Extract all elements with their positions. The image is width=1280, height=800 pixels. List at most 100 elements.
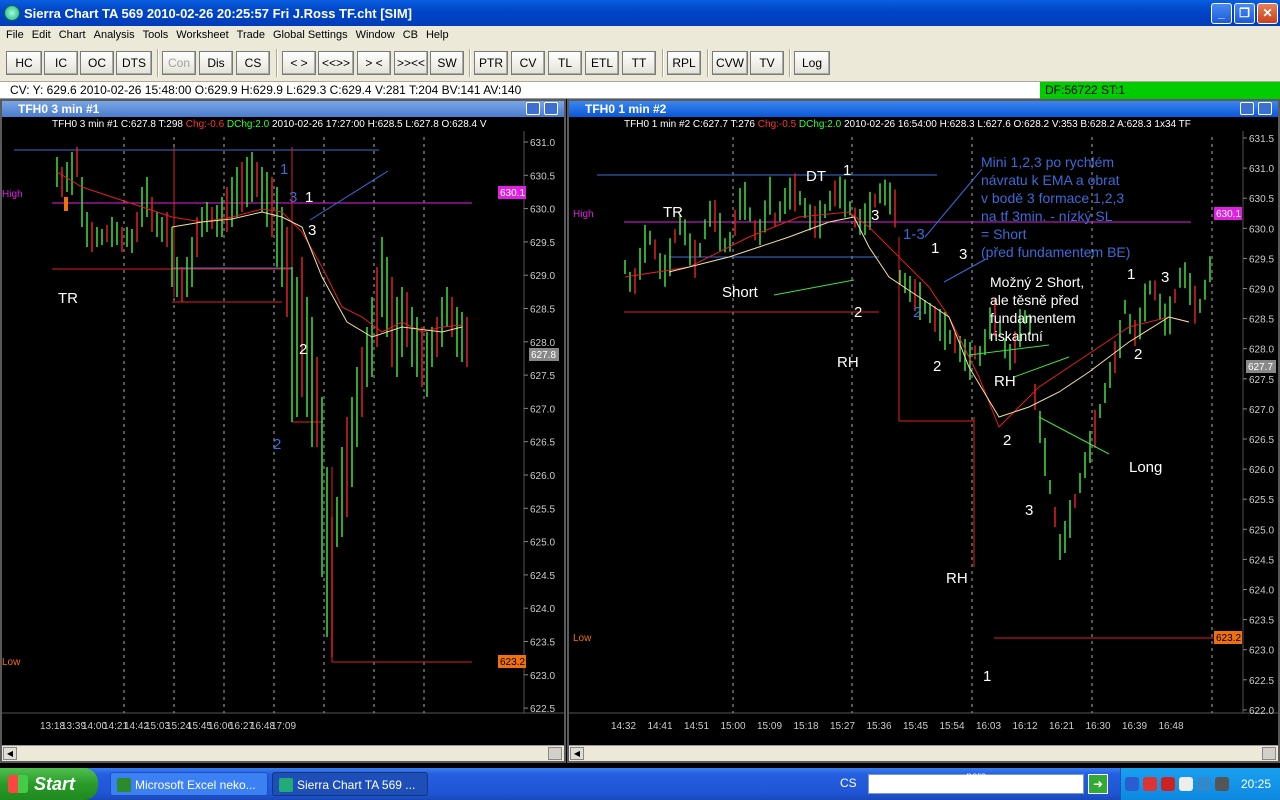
- cs-button[interactable]: CS: [236, 51, 270, 75]
- time-tick-label: 16:48: [1159, 721, 1184, 732]
- maximize-button[interactable]: ❐: [1234, 3, 1255, 24]
- time-tick-label: 16:12: [1013, 721, 1038, 732]
- menu-chart[interactable]: Chart: [57, 29, 92, 41]
- chart-2-minimize-button[interactable]: [1240, 102, 1254, 115]
- note-blue-line: v bodě 3 formace 1,2,3: [981, 190, 1124, 206]
- annotation-rh: RH: [837, 354, 859, 371]
- search-go-button[interactable]: ➜: [1088, 774, 1108, 794]
- time-tick-label: 14:51: [684, 721, 709, 732]
- scroll-left-icon[interactable]: ◀: [3, 747, 17, 760]
- expand-button[interactable]: <<>>: [318, 51, 354, 75]
- oc-button[interactable]: OC: [80, 51, 114, 75]
- tray-volume-icon[interactable]: [1197, 777, 1211, 791]
- scroll-left-icon[interactable]: ◀: [570, 747, 584, 760]
- annotation-point-1: 1: [983, 668, 991, 685]
- high-label: High: [573, 209, 594, 220]
- compress-button[interactable]: > <: [357, 51, 391, 75]
- annotation-point-1: 1: [843, 162, 851, 179]
- cv-button[interactable]: CV: [511, 51, 545, 75]
- chart-1-titlebar[interactable]: TFH0 3 min #1: [2, 101, 564, 117]
- rpl-button[interactable]: RPL: [667, 51, 701, 75]
- taskbar-excel[interactable]: Microsoft Excel neko...: [110, 772, 268, 796]
- menu-trade[interactable]: Trade: [235, 29, 271, 41]
- dis-button[interactable]: Dis: [199, 51, 233, 75]
- menu-worksheet[interactable]: Worksheet: [174, 29, 234, 41]
- language-indicator[interactable]: CS: [840, 776, 857, 790]
- chart-1-maximize-button[interactable]: [544, 102, 558, 115]
- menu-cb[interactable]: CB: [401, 29, 424, 41]
- price-tick-label: 624.0: [1249, 586, 1274, 597]
- tv-button[interactable]: TV: [750, 51, 784, 75]
- sw-button[interactable]: SW: [430, 51, 464, 75]
- menu-help[interactable]: Help: [424, 29, 455, 41]
- chart-2-titlebar[interactable]: TFH0 1 min #2: [569, 101, 1278, 117]
- chart-2-maximize-button[interactable]: [1258, 102, 1272, 115]
- scroll-thumb[interactable]: [548, 747, 562, 760]
- note-blue-line: (před fundamentem BE): [981, 244, 1130, 260]
- chart-1-scrollbar[interactable]: ◀: [2, 745, 564, 761]
- compress-all-button[interactable]: >><<: [394, 51, 428, 75]
- annotation-point-3: 3: [289, 189, 297, 206]
- ptr-button[interactable]: PTR: [474, 51, 508, 75]
- tray-antivirus-icon[interactable]: [1161, 777, 1175, 791]
- annotation-point-2: 2: [273, 436, 281, 453]
- menu-analysis[interactable]: Analysis: [92, 29, 141, 41]
- chart-window-2[interactable]: TFH0 1 min #2 TFH0 1 min #2 C:627.7 T:27…: [567, 99, 1280, 763]
- annotation-short: Short: [722, 284, 759, 301]
- high-label: High: [2, 189, 23, 200]
- window-titlebar[interactable]: Sierra Chart TA 569 2010-02-26 20:25:57 …: [0, 0, 1280, 26]
- tl-button[interactable]: TL: [548, 51, 582, 75]
- price-tick-label: 625.5: [1249, 495, 1274, 506]
- note-white-line: fundamentem: [990, 310, 1076, 326]
- etl-button[interactable]: ETL: [585, 51, 619, 75]
- menu-file[interactable]: File: [4, 29, 30, 41]
- chart-2-scrollbar[interactable]: ◀: [569, 745, 1278, 761]
- ic-button[interactable]: IC: [44, 51, 78, 75]
- close-button[interactable]: ✕: [1257, 3, 1278, 24]
- start-button[interactable]: Start: [0, 768, 98, 800]
- time-tick-label: 15:09: [757, 721, 782, 732]
- tray-app-icon[interactable]: [1215, 777, 1229, 791]
- annotation-arrow: [1013, 356, 1070, 378]
- price-tick-label: 631.5: [1249, 134, 1274, 145]
- price-tick-label: 623.5: [1249, 616, 1274, 627]
- hc-button[interactable]: HC: [6, 51, 42, 75]
- tray-shield-icon[interactable]: [1143, 777, 1157, 791]
- toolbar: HC IC OC DTS Con Dis CS < > <<>> > < >><…: [0, 44, 1280, 82]
- annotation-arrow: [773, 279, 855, 296]
- scroll-thumb[interactable]: [1262, 747, 1276, 760]
- cvw-button[interactable]: CVW: [712, 51, 748, 75]
- minimize-button[interactable]: _: [1211, 3, 1232, 24]
- dts-button[interactable]: DTS: [116, 51, 152, 75]
- menu-global-settings[interactable]: Global Settings: [271, 29, 354, 41]
- tray-arrow-icon[interactable]: [1125, 777, 1139, 791]
- menu-window[interactable]: Window: [354, 29, 401, 41]
- chart-2-plot[interactable]: 631.5 631.0 630.5 630.0 629.5 629.0 628.5 628.0…: [569, 117, 1278, 747]
- last-price-label: 627.8: [531, 350, 556, 361]
- price-tick-label: 629.5: [530, 238, 555, 249]
- annotation-point-2: 2: [1003, 432, 1011, 449]
- price-tick-label: 625.0: [1249, 525, 1274, 536]
- high-value-label: 630.1: [1216, 209, 1241, 220]
- clock: 20:25: [1241, 777, 1272, 791]
- price-tick-label: 626.0: [530, 471, 555, 482]
- price-tick-label: 626.5: [530, 438, 555, 449]
- price-tick-label: 630.0: [1249, 224, 1274, 235]
- menu-bar: File Edit Chart Analysis Tools Worksheet…: [0, 26, 1280, 44]
- chart-1-minimize-button[interactable]: [526, 102, 540, 115]
- taskbar-sierra[interactable]: Sierra Chart TA 569 ...: [272, 772, 428, 796]
- chart-window-1[interactable]: TFH0 3 min #1 TFH0 3 min #1 C:627.8 T:29…: [0, 99, 566, 763]
- annotation-arrow: [968, 344, 1050, 356]
- log-button[interactable]: Log: [794, 51, 830, 75]
- price-tick-label: 630.5: [1249, 194, 1274, 205]
- chart-1-plot[interactable]: 631.0 630.5 630.0 629.5 629.0 628.5 628.0 627.5…: [2, 117, 564, 747]
- scroll-both-button[interactable]: < >: [282, 51, 316, 75]
- annotation-point-1: 1: [931, 240, 939, 257]
- time-tick-label: 15:36: [867, 721, 892, 732]
- tray-network-icon[interactable]: [1179, 777, 1193, 791]
- con-button[interactable]: Con: [162, 51, 196, 75]
- tt-button[interactable]: TT: [622, 51, 656, 75]
- chart-1-title: TFH0 3 min #1: [18, 102, 100, 116]
- menu-edit[interactable]: Edit: [30, 29, 57, 41]
- menu-tools[interactable]: Tools: [141, 29, 175, 41]
